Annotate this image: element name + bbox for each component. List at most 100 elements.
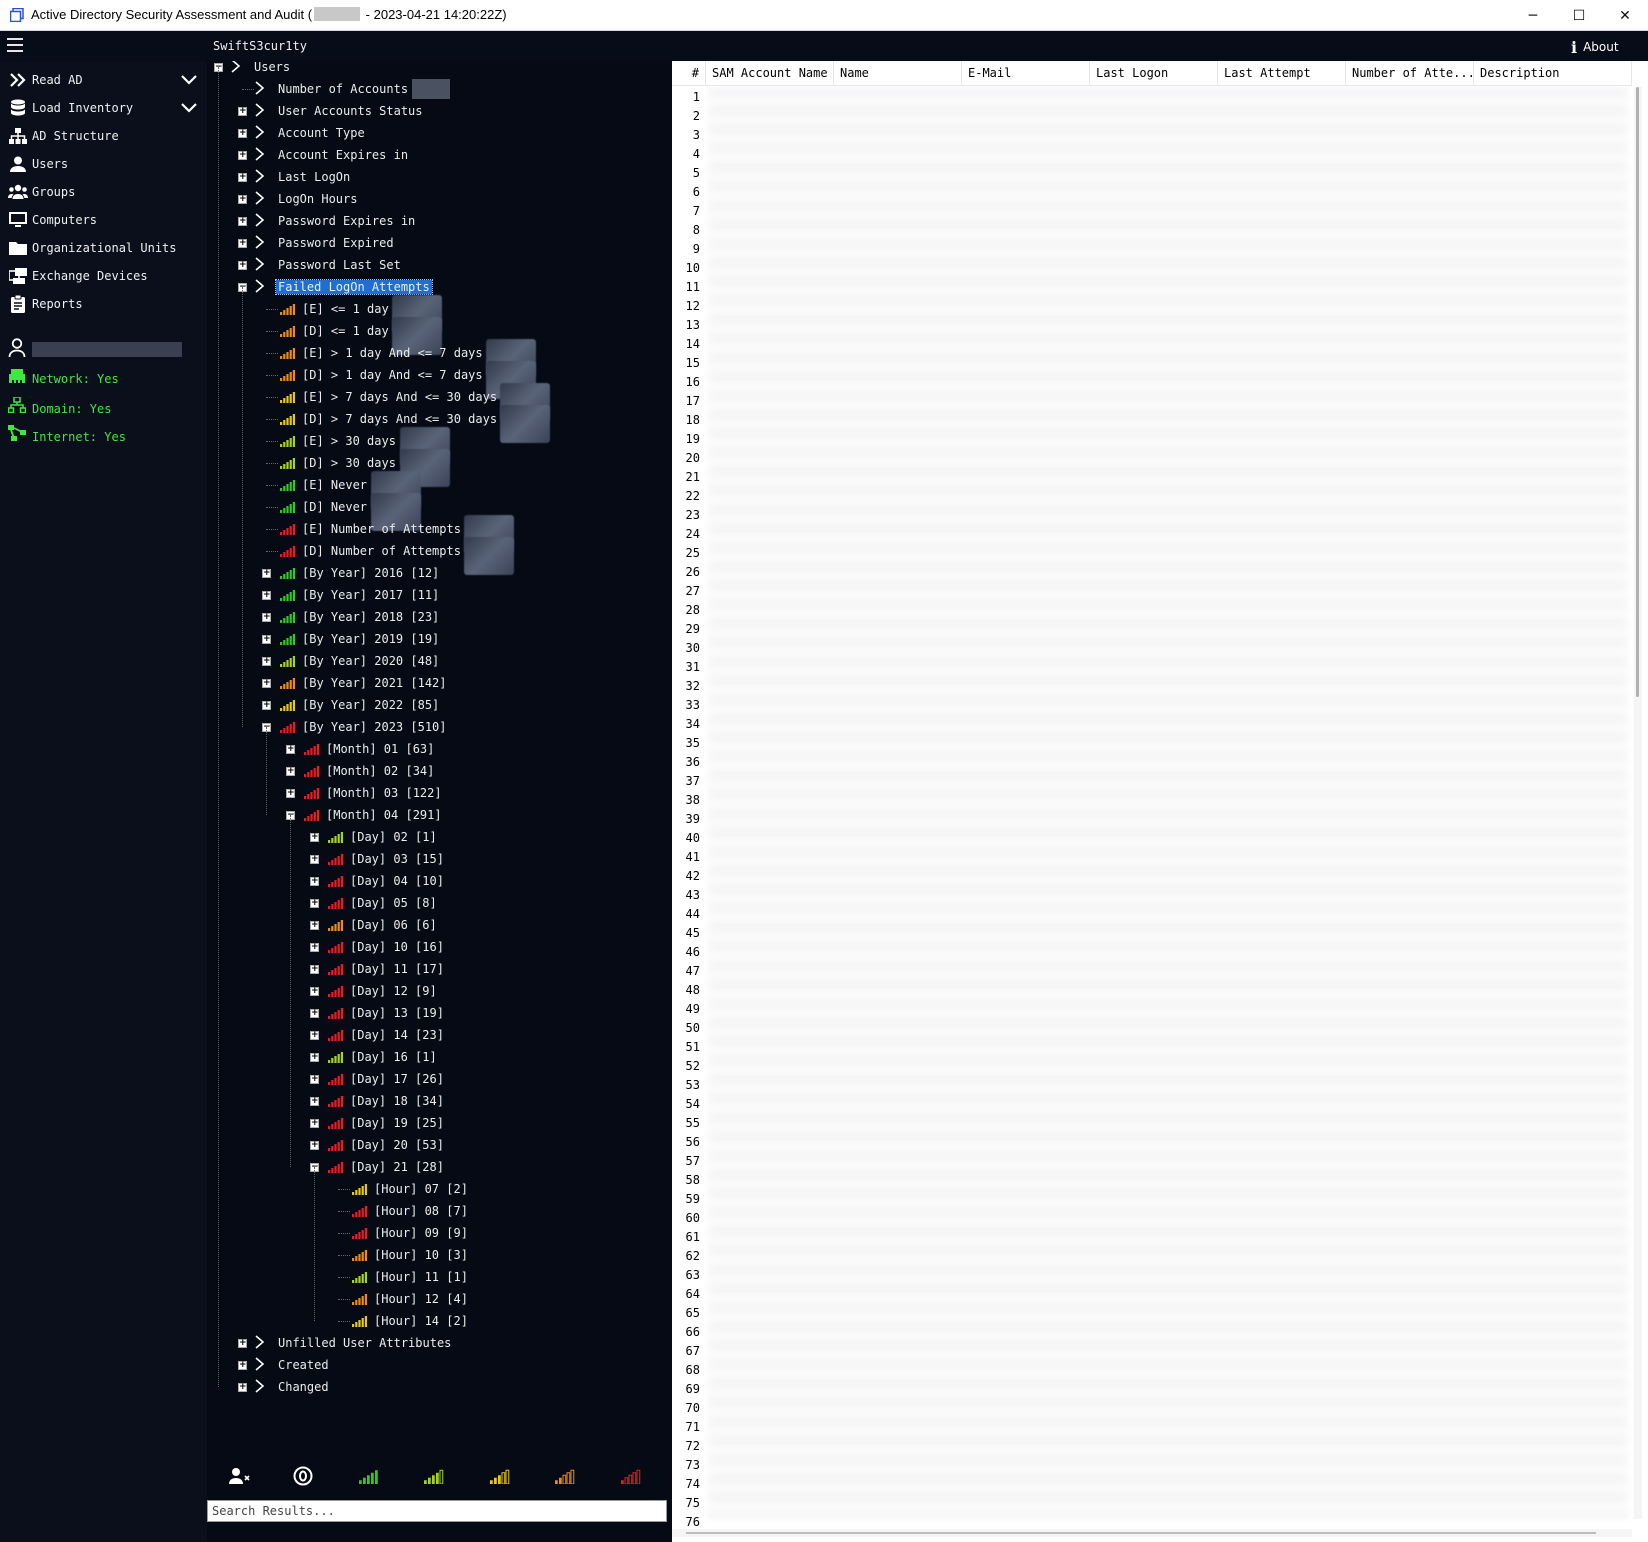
- tree-node-year[interactable]: + [By Year] 2021 [142]: [207, 673, 672, 693]
- expand-icon[interactable]: +: [310, 987, 319, 996]
- tree-node-day[interactable]: + [Day] 02 [1]: [207, 827, 672, 847]
- expand-icon[interactable]: +: [238, 1339, 247, 1348]
- expand-icon[interactable]: +: [310, 1031, 319, 1040]
- tree-node-category[interactable]: + Account Type: [207, 123, 672, 143]
- expand-icon[interactable]: +: [262, 635, 271, 644]
- expand-icon[interactable]: +: [238, 239, 247, 248]
- tree-node-day[interactable]: + [Day] 03 [15]: [207, 849, 672, 869]
- nav-item-load-inventory[interactable]: Load Inventory: [0, 95, 207, 121]
- tree-node-day[interactable]: + [Day] 04 [10]: [207, 871, 672, 891]
- expand-icon[interactable]: +: [238, 1383, 247, 1392]
- tree-node-day[interactable]: + [Day] 05 [8]: [207, 893, 672, 913]
- signal-green-filter-icon[interactable]: [357, 1465, 381, 1487]
- about-button[interactable]: i About: [1571, 38, 1619, 57]
- signal-yellowgreen-filter-icon[interactable]: [422, 1465, 446, 1487]
- tree-node-year[interactable]: + [By Year] 2020 [48]: [207, 651, 672, 671]
- expand-icon[interactable]: +: [310, 921, 319, 930]
- minimize-button[interactable]: ─: [1510, 0, 1556, 31]
- nav-item-read-ad[interactable]: Read AD: [0, 67, 207, 93]
- expand-icon[interactable]: +: [286, 745, 295, 754]
- nav-item-exchange-devices[interactable]: Exchange Devices: [0, 263, 207, 289]
- expand-icon[interactable]: +: [262, 657, 271, 666]
- column-header[interactable]: Description: [1474, 61, 1632, 86]
- tree-node-hour[interactable]: [Hour] 08 [7]: [207, 1201, 672, 1221]
- tree-node-year[interactable]: − [By Year] 2023 [510]: [207, 717, 672, 737]
- chevron-down-icon[interactable]: [180, 99, 198, 118]
- expand-icon[interactable]: +: [286, 789, 295, 798]
- expand-icon[interactable]: +: [238, 151, 247, 160]
- tree-node-hour[interactable]: [Hour] 10 [3]: [207, 1245, 672, 1265]
- tree-node-category[interactable]: + Password Last Set: [207, 255, 672, 275]
- expand-icon[interactable]: +: [238, 107, 247, 116]
- signal-red-filter-icon[interactable]: [619, 1465, 643, 1487]
- tree-node-day[interactable]: + [Day] 12 [9]: [207, 981, 672, 1001]
- expand-icon[interactable]: +: [310, 833, 319, 842]
- tree-node-month[interactable]: + [Month] 01 [63]: [207, 739, 672, 759]
- tree-node-day[interactable]: + [Day] 19 [25]: [207, 1113, 672, 1133]
- tree-node-year[interactable]: + [By Year] 2016 [12]: [207, 563, 672, 583]
- tree-node-failed-range[interactable]: [E] > 1 day And <= 7 days: [207, 339, 672, 377]
- user-remove-icon[interactable]: [228, 1465, 252, 1487]
- signal-yellow-filter-icon[interactable]: [488, 1465, 512, 1487]
- signal-orange-filter-icon[interactable]: [553, 1465, 577, 1487]
- expand-icon[interactable]: +: [310, 1009, 319, 1018]
- expand-icon[interactable]: +: [310, 1097, 319, 1106]
- tree-node-hour[interactable]: [Hour] 14 [2]: [207, 1311, 672, 1331]
- tree-node-failed-range[interactable]: [D] Never: [207, 493, 672, 531]
- vertical-scrollbar[interactable]: [1634, 87, 1642, 1519]
- expand-icon[interactable]: +: [238, 1361, 247, 1370]
- tree-node-failed-range[interactable]: [E] > 30 days: [207, 427, 672, 465]
- column-header[interactable]: E-Mail: [962, 61, 1090, 86]
- expand-icon[interactable]: +: [286, 767, 295, 776]
- tree-view[interactable]: − Users Number of Accounts + User Accounts S…: [207, 61, 672, 1481]
- expand-icon[interactable]: +: [310, 1141, 319, 1150]
- expand-icon[interactable]: +: [310, 877, 319, 886]
- tree-node-failed-range[interactable]: [D] Number of Attempts: [207, 537, 672, 575]
- column-header[interactable]: SAM Account Name: [706, 61, 834, 86]
- tree-node-day[interactable]: + [Day] 06 [6]: [207, 915, 672, 935]
- tree-node-category[interactable]: + User Accounts Status: [207, 101, 672, 121]
- expand-icon[interactable]: +: [238, 129, 247, 138]
- tree-node-hour[interactable]: [Hour] 07 [2]: [207, 1179, 672, 1199]
- search-results-input[interactable]: [207, 1500, 667, 1522]
- expand-icon[interactable]: +: [310, 899, 319, 908]
- horizontal-scrollbar[interactable]: [672, 1529, 1632, 1537]
- nav-item-users[interactable]: Users: [0, 151, 207, 177]
- tree-node-failed-range[interactable]: [E] <= 1 day: [207, 295, 672, 333]
- tree-node-category[interactable]: Number of Accounts: [207, 79, 672, 99]
- expand-icon[interactable]: +: [262, 613, 271, 622]
- column-header[interactable]: Last Logon: [1090, 61, 1218, 86]
- tree-node-day[interactable]: + [Day] 18 [34]: [207, 1091, 672, 1111]
- tree-node-failed-range[interactable]: [D] > 7 days And <= 30 days: [207, 405, 672, 443]
- tree-node-category[interactable]: + Password Expires in: [207, 211, 672, 231]
- nav-item-computers[interactable]: Computers: [0, 207, 207, 233]
- tree-node-month[interactable]: − [Month] 04 [291]: [207, 805, 672, 825]
- tree-node-failed-range[interactable]: [E] Never: [207, 471, 672, 509]
- tree-node-hour[interactable]: [Hour] 09 [9]: [207, 1223, 672, 1243]
- expand-icon[interactable]: +: [238, 217, 247, 226]
- tree-node-hour[interactable]: [Hour] 12 [4]: [207, 1289, 672, 1309]
- expand-icon[interactable]: +: [310, 1075, 319, 1084]
- tree-node-day[interactable]: + [Day] 11 [17]: [207, 959, 672, 979]
- tree-node-category[interactable]: + Created: [207, 1355, 672, 1375]
- nav-item-groups[interactable]: Groups: [0, 179, 207, 205]
- tree-node-day[interactable]: + [Day] 10 [16]: [207, 937, 672, 957]
- tree-node-failed-range[interactable]: [E] Number of Attempts: [207, 515, 672, 553]
- column-header[interactable]: #: [672, 61, 706, 86]
- chevron-down-icon[interactable]: [180, 71, 198, 90]
- tree-node-day[interactable]: − [Day] 21 [28]: [207, 1157, 672, 1177]
- nav-item-ad-structure[interactable]: AD Structure: [0, 123, 207, 149]
- tree-node-category[interactable]: + Changed: [207, 1377, 672, 1397]
- tree-node-failed-range[interactable]: [D] <= 1 day: [207, 317, 672, 355]
- tree-node-month[interactable]: + [Month] 03 [122]: [207, 783, 672, 803]
- tree-node-category[interactable]: + LogOn Hours: [207, 189, 672, 209]
- expand-icon[interactable]: +: [310, 1053, 319, 1062]
- tree-node-users[interactable]: − Users: [207, 61, 672, 77]
- tree-node-category[interactable]: + Password Expired: [207, 233, 672, 253]
- expand-icon[interactable]: +: [238, 173, 247, 182]
- tree-node-failed-range[interactable]: [E] > 7 days And <= 30 days: [207, 383, 672, 421]
- results-grid[interactable]: # SAM Account Name Name E-Mail Last Logon Las…: [672, 61, 1648, 1542]
- zero-filter-icon[interactable]: [291, 1465, 315, 1487]
- hamburger-menu-icon[interactable]: [7, 38, 23, 52]
- nav-item-organizational-units[interactable]: Organizational Units: [0, 235, 207, 261]
